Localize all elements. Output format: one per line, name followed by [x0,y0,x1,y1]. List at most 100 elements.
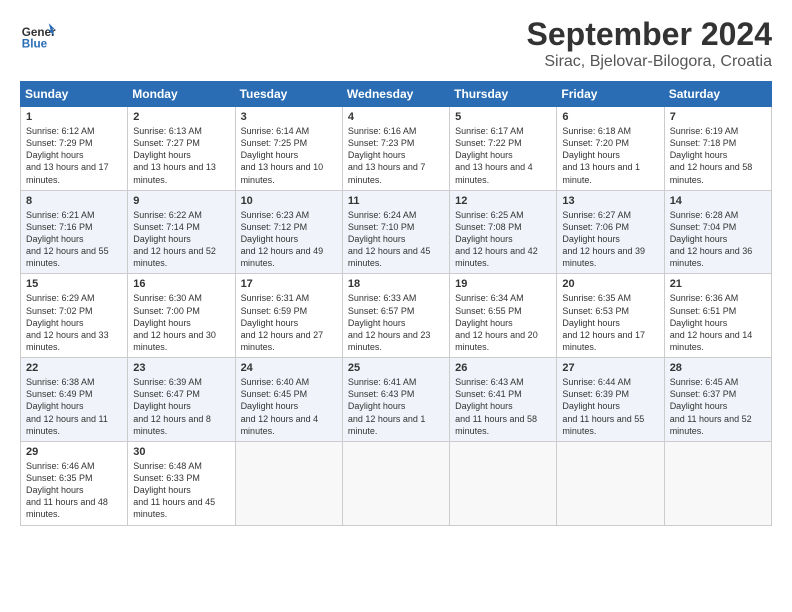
cell-info: Sunrise: 6:16 AMSunset: 7:23 PMDaylight … [348,125,445,186]
cell-info: Sunrise: 6:44 AMSunset: 6:39 PMDaylight … [562,376,659,437]
calendar-cell: 20 Sunrise: 6:35 AMSunset: 6:53 PMDayligh… [557,274,664,358]
calendar-cell: 10 Sunrise: 6:23 AMSunset: 7:12 PMDayligh… [235,190,342,274]
day-number: 19 [455,278,552,290]
weekday-header: Tuesday [235,82,342,107]
calendar-cell: 14Sunrise: 6:28 AMSunset: 7:04 PMDayligh… [664,190,771,274]
weekday-header: Wednesday [342,82,449,107]
title-block: September 2024 Sirac, Bjelovar-Bilogora,… [527,16,772,71]
calendar-cell: 17 Sunrise: 6:31 AMSunset: 6:59 PMDayligh… [235,274,342,358]
weekday-header: Monday [128,82,235,107]
calendar-subtitle: Sirac, Bjelovar-Bilogora, Croatia [527,53,772,71]
logo: General Blue [20,16,56,52]
cell-info: Sunrise: 6:39 AMSunset: 6:47 PMDaylight … [133,376,230,437]
cell-info: Sunrise: 6:19 AMSunset: 7:18 PMDaylight … [670,125,767,186]
day-number: 20 [562,278,659,290]
calendar-week-row: 15 Sunrise: 6:29 AMSunset: 7:02 PMDayligh… [21,274,772,358]
day-number: 6 [562,111,659,123]
day-number: 15 [26,278,123,290]
calendar-cell: 4 Sunrise: 6:16 AMSunset: 7:23 PMDaylight… [342,107,449,191]
day-number: 25 [348,362,445,374]
calendar-cell [450,441,557,525]
weekday-header: Friday [557,82,664,107]
cell-info: Sunrise: 6:22 AMSunset: 7:14 PMDaylight … [133,209,230,270]
cell-info: Sunrise: 6:30 AMSunset: 7:00 PMDaylight … [133,292,230,353]
calendar-cell: 11Sunrise: 6:24 AMSunset: 7:10 PMDayligh… [342,190,449,274]
cell-info: Sunrise: 6:34 AMSunset: 6:55 PMDaylight … [455,292,552,353]
calendar-cell: 13Sunrise: 6:27 AMSunset: 7:06 PMDayligh… [557,190,664,274]
cell-info: Sunrise: 6:38 AMSunset: 6:49 PMDaylight … [26,376,123,437]
header: General Blue September 2024 Sirac, Bjelo… [20,16,772,71]
page: General Blue September 2024 Sirac, Bjelo… [0,0,792,612]
day-number: 29 [26,446,123,458]
weekday-header: Sunday [21,82,128,107]
day-number: 18 [348,278,445,290]
calendar-cell: 22 Sunrise: 6:38 AMSunset: 6:49 PMDayligh… [21,358,128,442]
logo-icon: General Blue [20,16,56,52]
calendar-cell: 8Sunrise: 6:21 AMSunset: 7:16 PMDaylight… [21,190,128,274]
day-number: 1 [26,111,123,123]
cell-info: Sunrise: 6:17 AMSunset: 7:22 PMDaylight … [455,125,552,186]
calendar-cell: 3Sunrise: 6:14 AMSunset: 7:25 PMDaylight… [235,107,342,191]
cell-info: Sunrise: 6:41 AMSunset: 6:43 PMDaylight … [348,376,445,437]
calendar-cell: 23Sunrise: 6:39 AMSunset: 6:47 PMDayligh… [128,358,235,442]
calendar-cell: 15 Sunrise: 6:29 AMSunset: 7:02 PMDayligh… [21,274,128,358]
day-number: 13 [562,195,659,207]
day-number: 21 [670,278,767,290]
weekday-header: Saturday [664,82,771,107]
cell-info: Sunrise: 6:35 AMSunset: 6:53 PMDaylight … [562,292,659,353]
day-number: 3 [241,111,338,123]
calendar-cell: 30Sunrise: 6:48 AMSunset: 6:33 PMDayligh… [128,441,235,525]
calendar-cell [235,441,342,525]
day-number: 4 [348,111,445,123]
cell-info: Sunrise: 6:18 AMSunset: 7:20 PMDaylight … [562,125,659,186]
calendar-cell: 26 Sunrise: 6:43 AMSunset: 6:41 PMDayligh… [450,358,557,442]
calendar-cell: 24Sunrise: 6:40 AMSunset: 6:45 PMDayligh… [235,358,342,442]
day-number: 26 [455,362,552,374]
cell-info: Sunrise: 6:46 AMSunset: 6:35 PMDaylight … [26,460,123,521]
weekday-header: Thursday [450,82,557,107]
cell-info: Sunrise: 6:24 AMSunset: 7:10 PMDaylight … [348,209,445,270]
calendar-cell [664,441,771,525]
calendar-cell: 5 Sunrise: 6:17 AMSunset: 7:22 PMDaylight… [450,107,557,191]
day-number: 17 [241,278,338,290]
day-number: 10 [241,195,338,207]
calendar-cell: 1Sunrise: 6:12 AMSunset: 7:29 PMDaylight… [21,107,128,191]
day-number: 14 [670,195,767,207]
day-number: 24 [241,362,338,374]
day-number: 16 [133,278,230,290]
cell-info: Sunrise: 6:36 AMSunset: 6:51 PMDaylight … [670,292,767,353]
calendar-cell: 19 Sunrise: 6:34 AMSunset: 6:55 PMDayligh… [450,274,557,358]
calendar-cell [557,441,664,525]
day-number: 7 [670,111,767,123]
day-number: 8 [26,195,123,207]
calendar-cell: 27Sunrise: 6:44 AMSunset: 6:39 PMDayligh… [557,358,664,442]
svg-text:Blue: Blue [22,38,48,51]
calendar-cell: 21 Sunrise: 6:36 AMSunset: 6:51 PMDayligh… [664,274,771,358]
day-number: 2 [133,111,230,123]
day-number: 5 [455,111,552,123]
day-number: 28 [670,362,767,374]
calendar-cell: 2 Sunrise: 6:13 AMSunset: 7:27 PMDaylight… [128,107,235,191]
day-number: 12 [455,195,552,207]
calendar-cell: 18 Sunrise: 6:33 AMSunset: 6:57 PMDayligh… [342,274,449,358]
calendar-week-row: 1Sunrise: 6:12 AMSunset: 7:29 PMDaylight… [21,107,772,191]
cell-info: Sunrise: 6:33 AMSunset: 6:57 PMDaylight … [348,292,445,353]
calendar-cell: 9 Sunrise: 6:22 AMSunset: 7:14 PMDaylight… [128,190,235,274]
calendar-cell: 28Sunrise: 6:45 AMSunset: 6:37 PMDayligh… [664,358,771,442]
calendar-week-row: 29 Sunrise: 6:46 AMSunset: 6:35 PMDayligh… [21,441,772,525]
day-number: 9 [133,195,230,207]
calendar-cell: 7 Sunrise: 6:19 AMSunset: 7:18 PMDaylight… [664,107,771,191]
day-number: 30 [133,446,230,458]
calendar-cell [342,441,449,525]
cell-info: Sunrise: 6:29 AMSunset: 7:02 PMDaylight … [26,292,123,353]
cell-info: Sunrise: 6:31 AMSunset: 6:59 PMDaylight … [241,292,338,353]
cell-info: Sunrise: 6:23 AMSunset: 7:12 PMDaylight … [241,209,338,270]
calendar-cell: 29 Sunrise: 6:46 AMSunset: 6:35 PMDayligh… [21,441,128,525]
calendar-title: September 2024 [527,16,772,53]
calendar-cell: 6 Sunrise: 6:18 AMSunset: 7:20 PMDaylight… [557,107,664,191]
calendar-week-row: 8Sunrise: 6:21 AMSunset: 7:16 PMDaylight… [21,190,772,274]
cell-info: Sunrise: 6:13 AMSunset: 7:27 PMDaylight … [133,125,230,186]
day-number: 22 [26,362,123,374]
calendar-week-row: 22 Sunrise: 6:38 AMSunset: 6:49 PMDayligh… [21,358,772,442]
cell-info: Sunrise: 6:43 AMSunset: 6:41 PMDaylight … [455,376,552,437]
